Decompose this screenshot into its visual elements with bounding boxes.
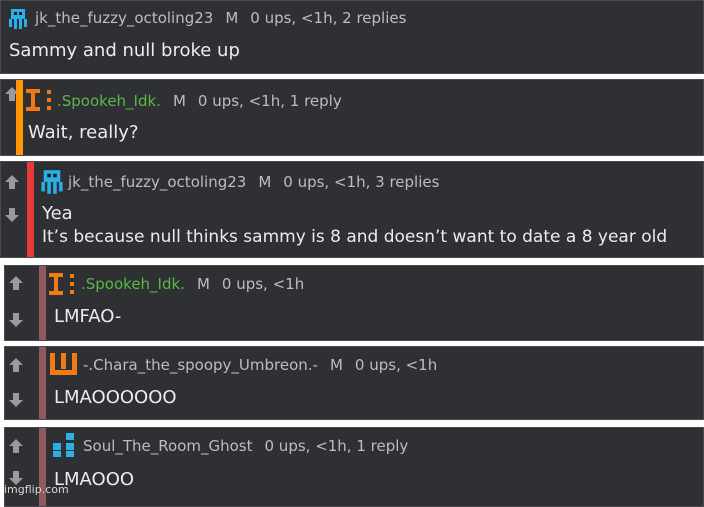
mod-badge: M [172, 92, 186, 110]
comment-text-line-2: It’s because null thinks sammy is 8 and … [42, 227, 668, 247]
thread-bar [27, 162, 34, 257]
orange-fork-icon [50, 353, 77, 375]
comment-meta: jk_the_fuzzy_octoling23 M 0 ups, <1h, 3 re… [68, 173, 439, 191]
comment-stats: 0 ups, <1h [221, 275, 305, 293]
comment-text: Wait, really? [28, 122, 139, 143]
comment-stats: 0 ups, <1h, 1 reply [197, 92, 342, 110]
comment-stats: 0 ups, <1h, 3 replies [283, 173, 440, 191]
blue-blocks-icon [53, 433, 74, 457]
comment-stats: 0 ups, <1h, 1 reply [264, 437, 409, 455]
comment-1: jk_the_fuzzy_octoling23 M 0 ups, <1h, 2 re… [0, 0, 704, 74]
thread-bar [39, 266, 46, 340]
username-link[interactable]: .Spookeh_Idk. [57, 92, 161, 110]
upvote-arrow-icon[interactable] [8, 438, 24, 454]
thread-bar [39, 347, 46, 419]
comment-text: LMFAO- [54, 306, 122, 327]
blue-squid-icon [41, 170, 63, 194]
mod-badge: M [258, 173, 272, 191]
username-link[interactable]: jk_the_fuzzy_octoling23 [68, 173, 246, 191]
comment-meta: -.Chara_the_spoopy_Umbreon.- M 0 ups, <1h [83, 356, 437, 374]
mod-badge: M [225, 9, 239, 27]
username-link[interactable]: jk_the_fuzzy_octoling23 [35, 9, 213, 27]
comment-5: -.Chara_the_spoopy_Umbreon.- M 0 ups, <1h … [4, 346, 704, 420]
upvote-arrow-icon[interactable] [4, 174, 20, 190]
downvote-arrow-icon[interactable] [8, 392, 24, 408]
comment-text: Sammy and null broke up [9, 40, 240, 61]
orange-tower-icon [49, 273, 74, 295]
upvote-arrow-icon[interactable] [8, 275, 24, 291]
mod-badge: M [196, 275, 210, 293]
thread-bar [16, 80, 23, 155]
username-link[interactable]: .Spookeh_Idk. [81, 275, 185, 293]
username-link[interactable]: Soul_The_Room_Ghost [83, 437, 253, 455]
comment-text: LMAOOOOOO [54, 387, 177, 408]
downvote-arrow-icon[interactable] [4, 207, 20, 223]
orange-tower-icon [26, 89, 51, 111]
comment-meta: .Spookeh_Idk. M 0 ups, <1h, 1 reply [57, 92, 342, 110]
comment-meta: jk_the_fuzzy_octoling23 M 0 ups, <1h, 2 re… [35, 9, 406, 27]
comment-2: .Spookeh_Idk. M 0 ups, <1h, 1 reply Wait, … [0, 79, 704, 156]
comment-meta: Soul_The_Room_Ghost 0 ups, <1h, 1 reply [83, 437, 408, 455]
comment-3: jk_the_fuzzy_octoling23 M 0 ups, <1h, 3 re… [0, 161, 704, 258]
upvote-arrow-icon[interactable] [8, 357, 24, 373]
comment-4: .Spookeh_Idk. M 0 ups, <1h LMFAO- [4, 265, 704, 341]
username-link[interactable]: -.Chara_the_spoopy_Umbreon.- [83, 356, 318, 374]
comment-stats: 0 ups, <1h [354, 356, 438, 374]
comment-text: Yea [42, 203, 73, 224]
comment-meta: .Spookeh_Idk. M 0 ups, <1h [81, 275, 304, 293]
watermark: imgflip.com [4, 483, 69, 496]
blue-squid-icon [9, 9, 27, 29]
downvote-arrow-icon[interactable] [8, 312, 24, 328]
comment-6: Soul_The_Room_Ghost 0 ups, <1h, 1 reply L… [4, 427, 704, 507]
comment-stats: 0 ups, <1h, 2 replies [250, 9, 407, 27]
mod-badge: M [329, 356, 343, 374]
